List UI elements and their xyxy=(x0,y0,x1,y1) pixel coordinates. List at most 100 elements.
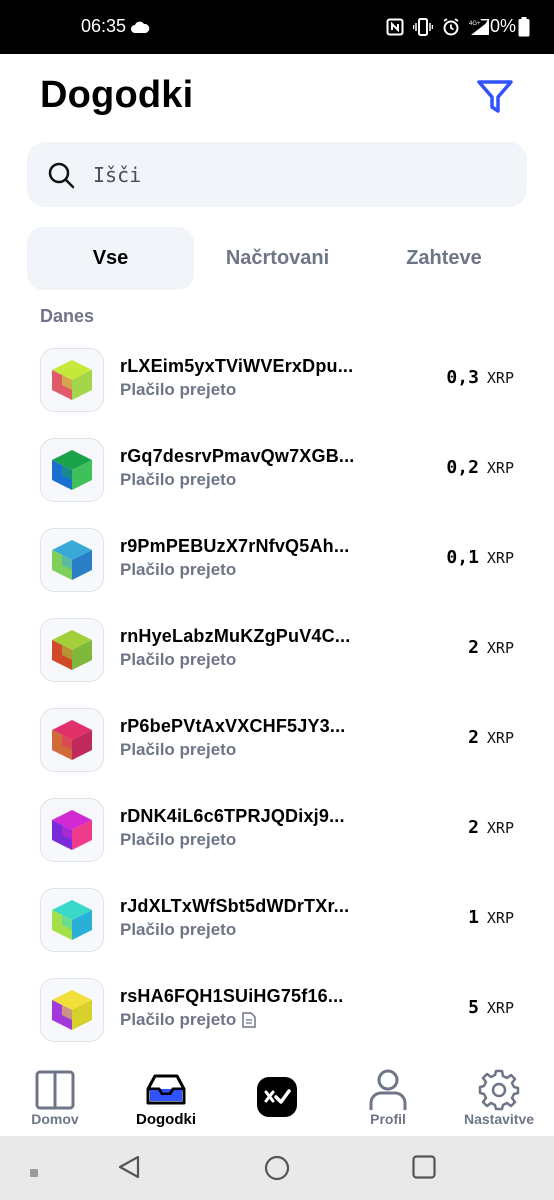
event-status-text: Plačilo prejeto xyxy=(120,560,237,579)
account-avatar xyxy=(40,438,104,502)
nav-label: Dogodki xyxy=(136,1111,196,1128)
nav-xumm[interactable] xyxy=(222,1052,332,1136)
filter-icon xyxy=(477,80,513,113)
nav-label: Domov xyxy=(31,1111,79,1127)
identicon-icon xyxy=(52,630,92,670)
tab-label: Vse xyxy=(92,247,129,269)
event-address: rGq7desrvPmavQw7XGB... xyxy=(120,446,355,466)
memo-document-icon xyxy=(242,1012,256,1028)
list-item[interactable]: r9PmPEBUzX7rNfvQ5Ah... Plačilo prejeto 0… xyxy=(0,522,554,612)
event-status: Plačilo prejeto xyxy=(120,920,236,940)
identicon-icon xyxy=(52,810,92,850)
event-status: Plačilo prejeto xyxy=(120,470,236,490)
amount-value: 5 xyxy=(468,997,479,1018)
amount-currency: XRP xyxy=(486,639,514,657)
event-status: Plačilo prejeto xyxy=(120,740,236,760)
event-address: rDNK4iL6c6TPRJQDixj9... xyxy=(120,806,345,826)
section-label-today: Danes xyxy=(40,306,95,326)
search-bar[interactable] xyxy=(27,142,527,207)
tab-label: Načrtovani xyxy=(225,247,330,269)
account-avatar xyxy=(40,708,104,772)
account-avatar xyxy=(40,528,104,592)
identicon-icon xyxy=(52,720,92,760)
list-item[interactable]: rDNK4iL6c6TPRJQDixj9... Plačilo prejeto … xyxy=(0,792,554,882)
tab-label: Zahteve xyxy=(406,247,482,269)
event-status-text: Plačilo prejeto xyxy=(120,740,237,759)
list-item[interactable]: rGq7desrvPmavQw7XGB... Plačilo prejeto 0… xyxy=(0,432,554,522)
event-address: rP6bePVtAxVXCHF5JY3... xyxy=(120,716,346,736)
battery-icon xyxy=(518,17,530,42)
cloud-icon xyxy=(130,20,150,38)
list-item[interactable]: rsHA6FQH1SUiHG75f16... Plačilo prejeto 5… xyxy=(0,972,554,1062)
amount-value: 1 xyxy=(468,907,479,928)
event-status-text: Plačilo prejeto xyxy=(120,920,237,939)
event-status-text: Plačilo prejeto xyxy=(120,380,237,399)
search-input[interactable] xyxy=(93,160,493,190)
amount-currency: XRP xyxy=(486,549,514,567)
event-amount: 0,2 XRP xyxy=(446,457,514,478)
event-amount: 1 XRP xyxy=(468,907,514,928)
identicon-icon xyxy=(52,990,92,1030)
event-status: Plačilo prejeto xyxy=(120,650,236,670)
amount-currency: XRP xyxy=(486,819,514,837)
event-amount: 2 XRP xyxy=(468,637,514,658)
tab-planned[interactable]: Načrtovani xyxy=(194,227,361,290)
event-address: rJdXLTxWfSbt5dWDrTXr... xyxy=(120,896,350,916)
square-dot-icon[interactable] xyxy=(30,1164,38,1182)
amount-currency: XRP xyxy=(486,909,514,927)
amount-currency: XRP xyxy=(486,459,514,477)
search-icon xyxy=(47,161,75,194)
nav-profile[interactable]: Profil xyxy=(333,1052,443,1136)
tab-requests[interactable]: Zahteve xyxy=(361,227,527,290)
event-address: rLXEim5yxTViWVErxDpu... xyxy=(120,356,354,376)
bottom-nav: Domov Dogodki Profil Nastavitve xyxy=(0,1052,554,1136)
event-status: Plačilo prejeto xyxy=(120,830,236,850)
event-status-text: Plačilo prejeto xyxy=(120,830,237,849)
back-icon[interactable] xyxy=(116,1154,142,1185)
amount-value: 2 xyxy=(468,637,479,658)
person-icon xyxy=(368,1069,408,1111)
filter-button[interactable] xyxy=(474,78,516,116)
amount-value: 0,3 xyxy=(446,367,479,388)
list-item[interactable]: rnHyeLabzMuKZgPuV4C... Plačilo prejeto 2… xyxy=(0,612,554,702)
account-avatar xyxy=(40,618,104,682)
event-status: Plačilo prejeto xyxy=(120,1010,256,1030)
status-icons: 4G+ xyxy=(386,18,491,41)
account-avatar xyxy=(40,888,104,952)
list-item[interactable]: rP6bePVtAxVXCHF5JY3... Plačilo prejeto 2… xyxy=(0,702,554,792)
home-icon[interactable] xyxy=(264,1155,290,1186)
amount-value: 0,2 xyxy=(446,457,479,478)
alarm-icon xyxy=(442,18,460,41)
event-amount: 2 XRP xyxy=(468,817,514,838)
page-title: Dogodki xyxy=(40,74,194,116)
nav-events[interactable]: Dogodki xyxy=(111,1052,221,1136)
gear-icon xyxy=(478,1069,520,1111)
event-address: rsHA6FQH1SUiHG75f16... xyxy=(120,986,344,1006)
recents-icon[interactable] xyxy=(412,1155,436,1184)
inbox-icon xyxy=(145,1069,187,1111)
amount-value: 2 xyxy=(468,727,479,748)
nfc-icon xyxy=(386,18,404,41)
nav-settings[interactable]: Nastavitve xyxy=(444,1052,554,1136)
event-address: rnHyeLabzMuKZgPuV4C... xyxy=(120,626,351,646)
event-amount: 2 XRP xyxy=(468,727,514,748)
account-avatar xyxy=(40,348,104,412)
account-avatar xyxy=(40,798,104,862)
event-status-text: Plačilo prejeto xyxy=(120,1010,237,1029)
identicon-icon xyxy=(52,450,92,490)
list-item[interactable]: rJdXLTxWfSbt5dWDrTXr... Plačilo prejeto … xyxy=(0,882,554,972)
event-status: Plačilo prejeto xyxy=(120,380,236,400)
wallet-icon xyxy=(35,1069,75,1111)
amount-value: 2 xyxy=(468,817,479,838)
account-avatar xyxy=(40,978,104,1042)
nav-home[interactable]: Domov xyxy=(0,1052,110,1136)
identicon-icon xyxy=(52,900,92,940)
nav-label: Profil xyxy=(370,1111,406,1127)
tab-all[interactable]: Vse xyxy=(27,227,194,290)
amount-currency: XRP xyxy=(486,369,514,387)
identicon-icon xyxy=(52,360,92,400)
event-amount: 0,3 XRP xyxy=(446,367,514,388)
nav-label: Nastavitve xyxy=(463,1111,535,1127)
list-item[interactable]: rLXEim5yxTViWVErxDpu... Plačilo prejeto … xyxy=(0,342,554,432)
status-time: 06:35 xyxy=(81,16,127,36)
